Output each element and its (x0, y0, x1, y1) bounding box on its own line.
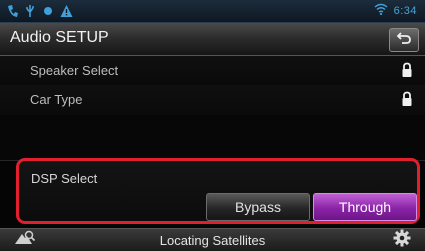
warning-icon (60, 4, 73, 18)
page-title: Audio SETUP (10, 29, 109, 46)
audio-setup-screen: 6:34 Audio SETUP Speaker Select Car Type… (0, 0, 425, 251)
lock-icon (401, 62, 413, 83)
car-type-row[interactable]: Car Type (0, 85, 425, 116)
bottom-bar: Locating Satellites (0, 228, 425, 251)
speaker-select-row[interactable]: Speaker Select (0, 56, 425, 87)
back-button[interactable] (389, 28, 419, 52)
wifi-icon (374, 2, 388, 20)
handset-icon (6, 4, 18, 18)
status-text: Locating Satellites (159, 233, 266, 248)
clock-time: 6:34 (393, 5, 417, 17)
status-bar: 6:34 (0, 0, 425, 23)
dsp-select-label: DSP Select (31, 171, 98, 186)
usb-icon (24, 4, 36, 18)
bypass-button[interactable]: Bypass (206, 193, 310, 221)
back-arrow-icon (396, 31, 412, 50)
status-icons-left (6, 3, 73, 19)
through-button[interactable]: Through (313, 193, 417, 221)
record-dot-icon (42, 4, 54, 18)
lock-icon (401, 91, 413, 112)
gear-icon (393, 229, 411, 251)
title-bar: Audio SETUP (0, 23, 425, 56)
speaker-select-label: Speaker Select (30, 63, 119, 78)
dsp-select-panel: DSP Select Bypass Through (16, 158, 420, 224)
settings-button[interactable] (391, 229, 413, 251)
empty-list-area (0, 115, 425, 161)
status-icons-right: 6:34 (374, 3, 417, 19)
car-type-label: Car Type (30, 92, 83, 107)
